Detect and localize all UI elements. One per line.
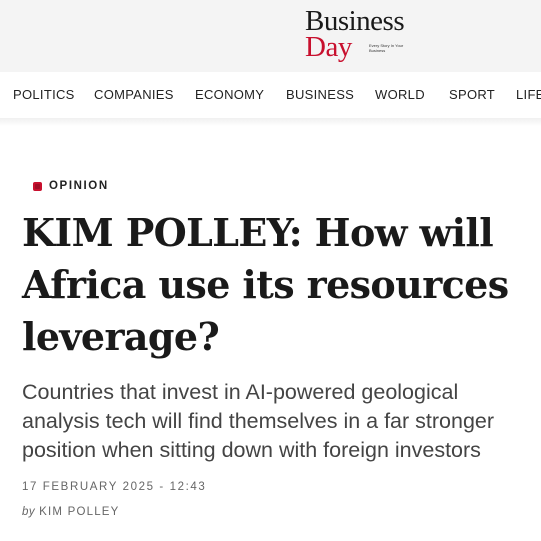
nav-item-business[interactable]: BUSINESS: [286, 87, 354, 102]
nav-item-companies[interactable]: COMPANIES: [94, 87, 174, 102]
article-standfirst: Countries that invest in AI-powered geol…: [22, 380, 495, 462]
category-label: OPINION: [49, 180, 109, 192]
nav-item-economy[interactable]: ECONOMY: [195, 87, 264, 102]
opinion-square-icon: [33, 181, 42, 191]
article-headline: KIM POLLEY: How will Africa use its reso…: [22, 210, 509, 359]
logo-tagline: Every Story In Your Business: [369, 43, 404, 53]
category-tag[interactable]: OPINION: [33, 180, 109, 192]
masthead: Business Day Every Story In Your Busines…: [0, 0, 541, 72]
nav-item-politics[interactable]: POLITICS: [13, 87, 75, 102]
main-nav: POLITICS COMPANIES ECONOMY BUSINESS WORL…: [0, 72, 541, 119]
publish-date: 17 FEBRUARY 2025 - 12:43: [22, 481, 207, 493]
businessday-logo[interactable]: Business Day Every Story In Your Busines…: [305, 6, 445, 68]
byline-prefix: by: [22, 506, 36, 518]
nav-item-life[interactable]: LIFE: [516, 87, 541, 102]
logo-word-day: Day: [305, 31, 352, 63]
byline: by KIM POLLEY: [22, 506, 120, 518]
nav-item-sport[interactable]: SPORT: [449, 87, 495, 102]
nav-item-world[interactable]: WORLD: [375, 87, 425, 102]
author-link[interactable]: KIM POLLEY: [39, 506, 119, 518]
nav-shadow: [0, 118, 541, 126]
